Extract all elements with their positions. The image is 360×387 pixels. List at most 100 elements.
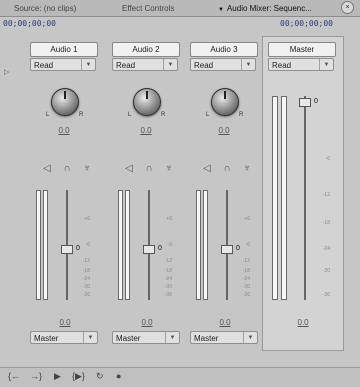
chevron-down-icon: ▼ [165, 332, 179, 343]
play-in-to-out-icon[interactable]: {▶} [72, 371, 85, 382]
db-scale: +6 -6 -12 -18 -24 -30 -36 [232, 190, 250, 300]
master-volume-meter-area: 0 -6 -12 -18 -24 -30 -36 [272, 96, 332, 300]
speaker-icon[interactable]: ◁ [200, 163, 214, 174]
channel-name: Audio 2 [112, 42, 180, 57]
speaker-icon[interactable]: ◁ [40, 163, 54, 174]
microphone-icon[interactable]: ♆ [240, 163, 254, 174]
volume-meter-area: 0 +6 -6 -12 -18 -24 -30 -36 [118, 190, 174, 300]
headphones-icon[interactable]: ∩ [60, 163, 74, 174]
channel-strip-audio-2: Audio 2 Read ▼ L R 0.0 ◁ ∩ ♆ 0 +6 -6 -12 -1… [112, 28, 182, 349]
db-tick: -12 [164, 258, 172, 264]
output-select[interactable]: Master ▼ [190, 331, 258, 344]
level-meter-left [118, 190, 123, 300]
panel-side-handle[interactable]: ▷ [4, 68, 9, 76]
pan-right-label: R [161, 112, 166, 118]
automation-mode-select[interactable]: Read ▼ [30, 58, 96, 71]
output-select[interactable]: Master ▼ [112, 331, 180, 344]
pan-left-label: L [128, 112, 132, 118]
automation-mode-select[interactable]: Read ▼ [190, 58, 256, 71]
channel-strip-audio-1: Audio 1 Read ▼ L R 0.0 ◁ ∩ ♆ 0 +6 -6 -12 -1… [30, 28, 100, 349]
volume-meter-area: 0 +6 -6 -12 -18 -24 -30 -36 [196, 190, 252, 300]
db-tick: -36 [82, 292, 90, 298]
headphones-icon[interactable]: ∩ [220, 163, 234, 174]
master-level-meter-left [272, 96, 278, 300]
record-icon[interactable]: ● [116, 371, 121, 381]
tab-audio-mixer[interactable]: ▼ Audio Mixer: Sequenc... [218, 2, 312, 15]
master-fader-track [304, 96, 306, 300]
channel-name: Audio 3 [190, 42, 258, 57]
track-buttons: ◁ ∩ ♆ [40, 158, 100, 174]
volume-value[interactable]: 0.0 [30, 318, 100, 327]
db-tick: -6 [85, 242, 90, 248]
db-tick: -18 [82, 268, 90, 274]
automation-mode-value: Read [34, 61, 54, 70]
go-to-in-icon[interactable]: {← [8, 371, 20, 381]
tab-menu-triangle-icon[interactable]: ▼ [218, 7, 224, 13]
automation-mode-value: Read [272, 61, 292, 70]
pan-value[interactable]: 0.0 [124, 126, 168, 135]
db-tick: -24 [242, 276, 250, 282]
channel-name: Audio 1 [30, 42, 98, 57]
db-tick: +6 [84, 216, 90, 222]
tab-source[interactable]: Source: (no clips) [14, 2, 76, 15]
microphone-icon[interactable]: ♆ [162, 163, 176, 174]
level-meter-left [36, 190, 41, 300]
automation-mode-value: Read [116, 61, 136, 70]
db-tick: -12 [82, 258, 90, 264]
db-tick: -36 [322, 292, 330, 298]
pan-knob[interactable] [51, 88, 79, 116]
master-db-scale: -6 -12 -18 -24 -30 -36 [312, 96, 330, 300]
automation-mode-value: Read [194, 61, 214, 70]
db-tick: -30 [164, 284, 172, 290]
pan-knob-indicator [146, 91, 148, 99]
tab-audio-mixer-label: Audio Mixer: Sequenc... [226, 4, 312, 13]
level-meter-right [43, 190, 48, 300]
chevron-down-icon: ▼ [319, 59, 333, 70]
db-tick: -30 [242, 284, 250, 290]
db-tick: -6 [167, 242, 172, 248]
pan-value[interactable]: 0.0 [42, 126, 86, 135]
db-tick: -18 [242, 268, 250, 274]
master-automation-mode-select[interactable]: Read ▼ [268, 58, 334, 71]
track-buttons: ◁ ∩ ♆ [122, 158, 182, 174]
pan-left-label: L [206, 112, 210, 118]
pan-value[interactable]: 0.0 [202, 126, 246, 135]
pan-left-label: L [46, 112, 50, 118]
db-tick: -24 [164, 276, 172, 282]
level-meter-left [196, 190, 201, 300]
panel-tab-bar: Source: (no clips) Effect Controls ▼ Audi… [0, 0, 360, 17]
chevron-down-icon: ▼ [241, 59, 255, 70]
automation-mode-select[interactable]: Read ▼ [112, 58, 178, 71]
master-volume-fader-handle[interactable] [299, 98, 311, 107]
microphone-icon[interactable]: ♆ [80, 163, 94, 174]
db-tick: -18 [164, 268, 172, 274]
output-value: Master [194, 334, 219, 343]
close-icon[interactable]: × [341, 1, 354, 14]
chevron-down-icon: ▼ [83, 332, 97, 343]
tab-effect-controls[interactable]: Effect Controls [122, 2, 174, 15]
transport-bar: {← →} ▶ {▶} ↻ ● [0, 367, 360, 387]
output-value: Master [116, 334, 141, 343]
db-tick: -18 [322, 220, 330, 226]
pan-right-label: R [239, 112, 244, 118]
volume-value[interactable]: 0.0 [190, 318, 260, 327]
speaker-icon[interactable]: ◁ [122, 163, 136, 174]
output-select[interactable]: Master ▼ [30, 331, 98, 344]
volume-value[interactable]: 0.0 [112, 318, 182, 327]
pan-knob[interactable] [211, 88, 239, 116]
loop-icon[interactable]: ↻ [96, 371, 104, 382]
db-tick: -36 [242, 292, 250, 298]
db-tick: -24 [82, 276, 90, 282]
play-icon[interactable]: ▶ [54, 371, 61, 382]
timecode-current[interactable]: 00;00;00;00 [3, 19, 56, 28]
go-to-out-icon[interactable]: →} [30, 371, 42, 381]
headphones-icon[interactable]: ∩ [142, 163, 156, 174]
track-buttons: ◁ ∩ ♆ [200, 158, 260, 174]
db-scale: +6 -6 -12 -18 -24 -30 -36 [72, 190, 90, 300]
master-level-meter-right [281, 96, 287, 300]
output-value: Master [34, 334, 59, 343]
pan-knob[interactable] [133, 88, 161, 116]
db-tick: -12 [322, 192, 330, 198]
master-volume-value[interactable]: 0.0 [268, 318, 338, 327]
chevron-down-icon: ▼ [243, 332, 257, 343]
